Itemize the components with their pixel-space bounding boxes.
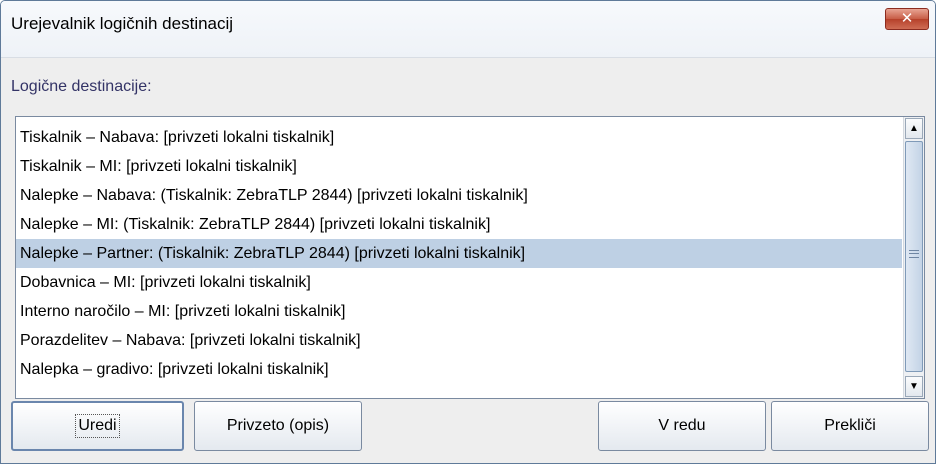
list-item[interactable]: Nalepke – Nabava: (Tiskalnik: ZebraTLP 2… <box>16 181 902 210</box>
list-item[interactable]: Interno naročilo – MI: [privzeti lokalni… <box>16 297 902 326</box>
scrollbar-thumb[interactable] <box>905 141 923 372</box>
cancel-button[interactable]: Prekliči <box>771 401 929 451</box>
ok-button[interactable]: V redu <box>598 401 766 451</box>
scroll-up-arrow-icon[interactable]: ▲ <box>905 118 923 139</box>
list-item[interactable]: Nalepke – MI: (Tiskalnik: ZebraTLP 2844)… <box>16 210 902 239</box>
cancel-button-label: Prekliči <box>824 417 876 434</box>
ok-button-label: V redu <box>658 417 706 434</box>
edit-button[interactable]: Uredi <box>11 401 184 451</box>
list-item[interactable]: Nalepka – gradivo: [privzeti lokalni tis… <box>16 355 902 384</box>
close-icon: ✕ <box>900 10 914 27</box>
title-bar[interactable]: Urejevalnik logičnih destinacij ✕ <box>1 1 935 58</box>
scroll-down-arrow-icon[interactable]: ▼ <box>905 376 923 397</box>
dialog-window: Urejevalnik logičnih destinacij ✕ Logičn… <box>0 0 936 464</box>
list-item[interactable]: Tiskalnik – Nabava: [privzeti lokalni ti… <box>16 123 902 152</box>
dialog-content: Logične destinacije: Tiskalnik – Nabava:… <box>1 58 935 463</box>
logical-destinations-label: Logične destinacije: <box>11 78 152 95</box>
list-item[interactable]: Nalepke – Partner: (Tiskalnik: ZebraTLP … <box>16 239 902 268</box>
default-description-button-label: Privzeto (opis) <box>226 417 330 434</box>
list-item[interactable]: Dobavnica – MI: [privzeti lokalni tiskal… <box>16 268 902 297</box>
destinations-list[interactable]: Tiskalnik – Nabava: [privzeti lokalni ti… <box>15 116 925 399</box>
grip-icon <box>909 250 919 258</box>
edit-button-label: Uredi <box>75 414 120 438</box>
default-description-button[interactable]: Privzeto (opis) <box>194 401 362 451</box>
window-title: Urejevalnik logičnih destinacij <box>11 14 234 33</box>
list-items-container: Tiskalnik – Nabava: [privzeti lokalni ti… <box>16 123 902 384</box>
close-button[interactable]: ✕ <box>885 8 929 30</box>
list-item[interactable]: Porazdelitev – Nabava: [privzeti lokalni… <box>16 326 902 355</box>
list-item[interactable]: Tiskalnik – MI: [privzeti lokalni tiskal… <box>16 152 902 181</box>
vertical-scrollbar[interactable]: ▲ ▼ <box>903 117 924 398</box>
